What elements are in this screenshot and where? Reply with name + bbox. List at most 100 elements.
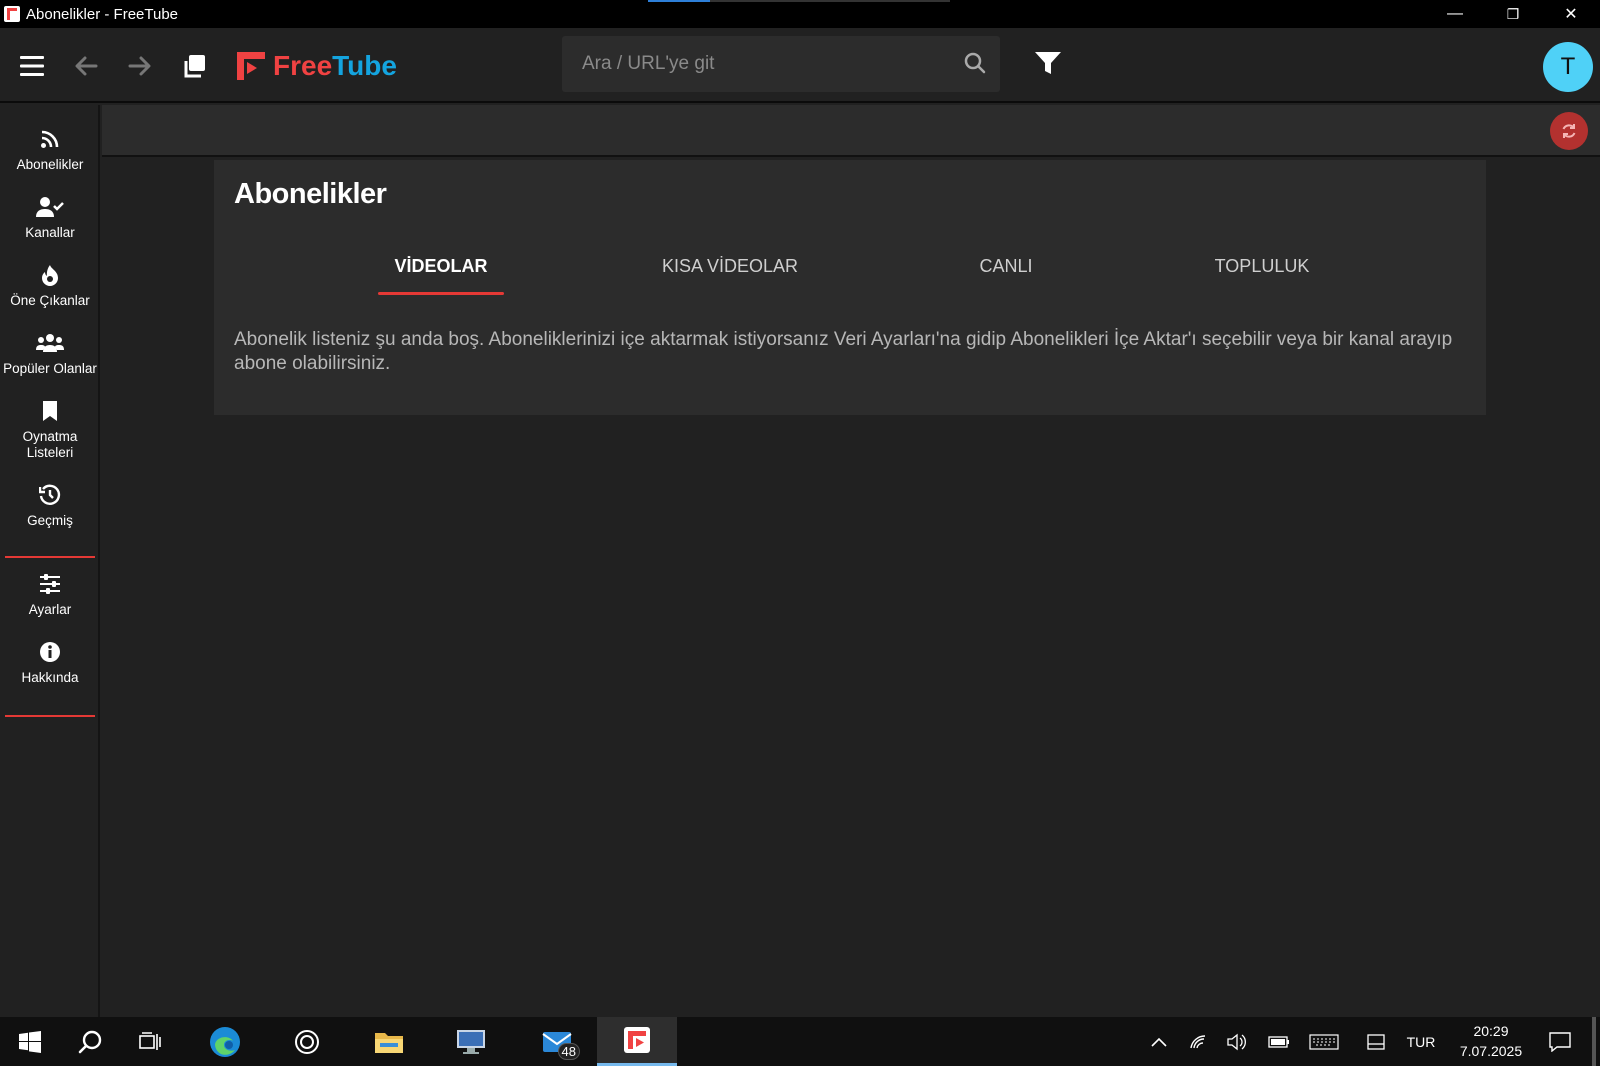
action-center-button[interactable] bbox=[1544, 1017, 1576, 1066]
sidebar-item-channels[interactable]: Kanallar bbox=[0, 193, 100, 241]
page-title: Abonelikler bbox=[234, 178, 387, 210]
windows-taskbar: 48 TUR 20:29 7.07.2025 bbox=[0, 1017, 1600, 1066]
taskbar-remote-desktop[interactable] bbox=[446, 1017, 496, 1066]
clock-date: 7.07.2025 bbox=[1459, 1043, 1523, 1059]
task-view-button[interactable] bbox=[128, 1017, 172, 1066]
clock-time: 20:29 bbox=[1473, 1023, 1509, 1039]
users-icon bbox=[36, 334, 64, 352]
forward-button[interactable] bbox=[122, 48, 158, 84]
tab-community[interactable]: TOPLULUK bbox=[1202, 256, 1322, 277]
show-desktop-button[interactable] bbox=[1592, 1017, 1596, 1066]
taskbar-search-button[interactable] bbox=[68, 1017, 112, 1066]
wifi-icon bbox=[1190, 1034, 1206, 1048]
new-window-button[interactable] bbox=[176, 48, 212, 84]
empty-subscriptions-message: Abonelik listeniz şu anda boş. Abonelikl… bbox=[234, 329, 1453, 374]
tray-overflow-button[interactable] bbox=[1146, 1017, 1172, 1066]
sidebar-item-trending[interactable]: Öne Çıkanlar bbox=[0, 261, 100, 309]
window-title: Abonelikler - FreeTube bbox=[26, 5, 179, 23]
rss-icon bbox=[41, 130, 59, 148]
tab-videos[interactable]: VİDEOLAR bbox=[378, 256, 504, 277]
freetube-logo-icon bbox=[237, 52, 265, 80]
window-titlebar: Abonelikler - FreeTube — ❐ ✕ bbox=[0, 0, 1600, 28]
tray-network[interactable] bbox=[1186, 1017, 1212, 1066]
tab-shorts[interactable]: KISA VİDEOLAR bbox=[644, 256, 816, 277]
active-tab-indicator bbox=[378, 292, 504, 295]
arrow-right-icon bbox=[128, 56, 151, 76]
search-icon bbox=[78, 1030, 102, 1053]
tab-live[interactable]: CANLI bbox=[966, 256, 1046, 277]
taskbar-edge[interactable] bbox=[200, 1017, 250, 1066]
profile-avatar[interactable]: T bbox=[1543, 42, 1593, 92]
sidebar-item-playlists[interactable]: Oynatma Listeleri bbox=[0, 397, 100, 461]
task-view-icon bbox=[139, 1031, 161, 1050]
search-input[interactable] bbox=[562, 36, 942, 92]
sidebar-item-popular[interactable]: Popüler Olanlar bbox=[0, 329, 100, 377]
sidebar-item-label: Abonelikler bbox=[16, 157, 84, 172]
folder-icon bbox=[375, 1032, 403, 1053]
clone-icon bbox=[184, 55, 205, 78]
taskbar-mail[interactable]: 48 bbox=[528, 1017, 586, 1066]
sidebar-divider bbox=[5, 715, 95, 717]
windows-logo-icon bbox=[19, 1030, 41, 1053]
taskbar-file-explorer[interactable] bbox=[364, 1017, 414, 1066]
sidebar-item-label: Oynatma Listeleri bbox=[22, 429, 78, 460]
speaker-icon bbox=[1227, 1033, 1246, 1050]
loading-progress-bar bbox=[648, 0, 950, 2]
hamburger-icon bbox=[20, 56, 44, 76]
sidebar-item-label: Öne Çıkanlar bbox=[10, 293, 90, 308]
cortana-ring-icon bbox=[295, 1029, 319, 1054]
keyboard-icon bbox=[1309, 1033, 1339, 1050]
tray-volume[interactable] bbox=[1224, 1017, 1250, 1066]
subscriptions-card: Abonelikler VİDEOLAR KISA VİDEOLAR CANLI… bbox=[214, 160, 1486, 415]
sidebar-item-subscriptions[interactable]: Abonelikler bbox=[0, 125, 100, 173]
chevron-up-icon bbox=[1151, 1037, 1167, 1047]
sidebar-divider bbox=[5, 556, 95, 558]
info-icon bbox=[40, 642, 60, 662]
filter-icon bbox=[1035, 52, 1061, 74]
tray-input-indicator[interactable] bbox=[1363, 1017, 1389, 1066]
subscriptions-refresh-bar bbox=[102, 105, 1600, 157]
top-nav: FreeTube T bbox=[0, 28, 1600, 103]
history-icon bbox=[39, 484, 61, 505]
sidebar-item-settings[interactable]: Ayarlar bbox=[0, 570, 100, 618]
arrow-left-icon bbox=[75, 56, 98, 76]
freetube-app-icon bbox=[4, 6, 20, 22]
display-icon bbox=[1367, 1033, 1385, 1050]
logo-text-tube: Tube bbox=[332, 50, 397, 81]
notification-icon bbox=[1549, 1031, 1571, 1052]
freetube-app-icon bbox=[624, 1027, 650, 1053]
restore-button[interactable]: ❐ bbox=[1484, 0, 1542, 28]
edge-browser-icon bbox=[210, 1026, 240, 1057]
sliders-icon bbox=[40, 574, 60, 594]
menu-button[interactable] bbox=[14, 48, 50, 84]
monitor-icon bbox=[457, 1029, 485, 1054]
battery-icon bbox=[1268, 1035, 1289, 1048]
search-box bbox=[562, 36, 1000, 92]
sidebar-item-label: Ayarlar bbox=[28, 602, 72, 617]
mail-unread-badge: 48 bbox=[557, 1043, 580, 1060]
sidebar-item-label: Kanallar bbox=[25, 225, 75, 240]
back-button[interactable] bbox=[68, 48, 104, 84]
search-filter-button[interactable] bbox=[1034, 50, 1062, 81]
bookmark-icon bbox=[43, 401, 57, 421]
sidebar-item-label: Geçmiş bbox=[27, 513, 73, 528]
sidebar-item-history[interactable]: Geçmiş bbox=[0, 481, 100, 529]
tray-battery[interactable] bbox=[1265, 1017, 1293, 1066]
search-icon[interactable] bbox=[964, 52, 986, 79]
freetube-logo[interactable]: FreeTube bbox=[235, 48, 397, 84]
sidebar-item-label: Hakkında bbox=[21, 670, 79, 685]
start-button[interactable] bbox=[8, 1017, 52, 1066]
close-button[interactable]: ✕ bbox=[1542, 0, 1600, 28]
tray-language[interactable]: TUR bbox=[1404, 1017, 1438, 1066]
refresh-button[interactable] bbox=[1550, 112, 1588, 150]
taskbar-freetube[interactable] bbox=[597, 1017, 677, 1066]
side-nav: Abonelikler Kanallar Öne Çıkanlar Popüle… bbox=[0, 105, 100, 1017]
taskbar-app-circle[interactable] bbox=[282, 1017, 332, 1066]
fire-icon bbox=[42, 265, 58, 286]
logo-text-free: Free bbox=[273, 50, 333, 81]
tray-clock[interactable]: 20:29 7.07.2025 bbox=[1452, 1021, 1530, 1061]
minimize-button[interactable]: — bbox=[1426, 0, 1484, 28]
refresh-icon bbox=[1562, 124, 1576, 138]
sidebar-item-about[interactable]: Hakkında bbox=[0, 638, 100, 686]
tray-touch-keyboard[interactable] bbox=[1307, 1017, 1341, 1066]
